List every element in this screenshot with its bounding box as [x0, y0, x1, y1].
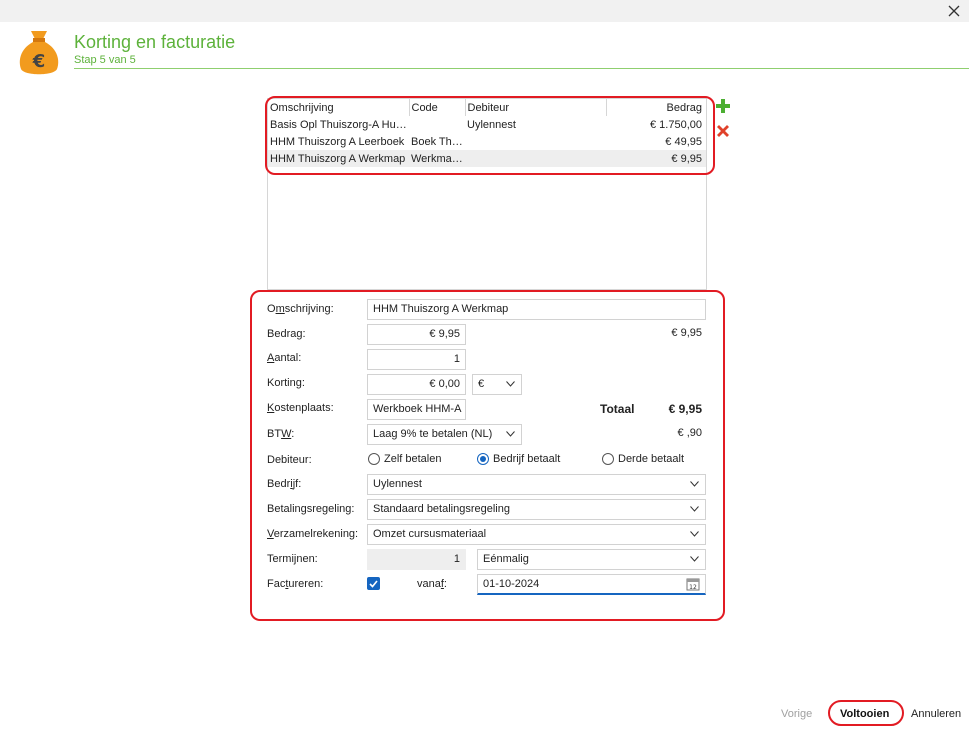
- aantal-field[interactable]: 1: [367, 349, 466, 370]
- chevron-down-icon: [506, 431, 515, 437]
- chevron-down-icon: [690, 531, 699, 537]
- btw-amount: € ,90: [677, 427, 702, 439]
- svg-text:12: 12: [689, 584, 697, 591]
- checkmark-icon: [369, 579, 378, 588]
- header-divider: [74, 68, 969, 69]
- korting-unit-select[interactable]: €: [472, 374, 522, 395]
- radio-zelf-betalen[interactable]: Zelf betalen: [368, 453, 441, 465]
- cell-debiteur: [465, 133, 606, 150]
- cell-bedrag: € 49,95: [665, 135, 702, 148]
- omschrijving-label: Omschrijving:: [267, 303, 334, 315]
- radio-derde-betaalt[interactable]: Derde betaalt: [602, 453, 684, 465]
- radio-circle-selected: [477, 453, 489, 465]
- betalingsregeling-select[interactable]: Standaard betalingsregeling: [367, 499, 706, 520]
- cell-omschrijving: HHM Thuiszorg A Werkmap: [268, 150, 409, 167]
- aantal-label: Aantal:: [267, 352, 302, 364]
- bedrag-field[interactable]: € 9,95: [367, 324, 466, 345]
- factureren-label: Factureren:: [267, 578, 324, 590]
- cell-debiteur: [465, 150, 606, 167]
- radio-label: Bedrijf betaalt: [493, 453, 561, 465]
- vanaf-date-value: 01-10-2024: [483, 578, 540, 590]
- btw-select[interactable]: Laag 9% te betalen (NL): [367, 424, 522, 445]
- radio-label: Zelf betalen: [384, 453, 442, 465]
- frequentie-select[interactable]: Eénmalig: [477, 549, 706, 570]
- korting-field[interactable]: € 0,00: [367, 374, 466, 395]
- table-row[interactable]: Basis Opl Thuiszorg-A Huiswerk Uylennest…: [268, 116, 706, 133]
- cell-code: Boek Thuiszorg: [411, 135, 465, 148]
- vorige-button[interactable]: Vorige: [781, 708, 812, 720]
- bedrijf-select[interactable]: Uylennest: [367, 474, 706, 495]
- debiteur-label: Debiteur:: [267, 454, 312, 466]
- column-header-bedrag[interactable]: Bedrag: [606, 99, 706, 116]
- cell-omschrijving: Basis Opl Thuiszorg-A Huiswerk: [270, 118, 409, 131]
- column-header-code[interactable]: Code: [409, 99, 466, 116]
- kostenplaats-label: Kostenplaats:: [267, 402, 334, 414]
- radio-label: Derde betaalt: [618, 453, 685, 465]
- bedrag-label: Bedrag:: [267, 328, 306, 340]
- cell-bedrag: € 1.750,00: [650, 118, 702, 131]
- svg-text:€: €: [32, 51, 46, 72]
- delete-x-icon[interactable]: [713, 121, 732, 140]
- totaal-value: € 9,95: [668, 402, 702, 416]
- korting-unit-value: €: [478, 378, 485, 390]
- cell-omschrijving: HHM Thuiszorg A Leerboek: [270, 135, 405, 148]
- termijnen-label: Termijnen:: [267, 553, 318, 565]
- column-header-debiteur[interactable]: Debiteur: [465, 99, 607, 116]
- bedrijf-select-value: Uylennest: [373, 478, 422, 490]
- termijnen-field: 1: [367, 549, 466, 570]
- cell-code: Werkmap HHM-A: [409, 150, 465, 167]
- table-row[interactable]: HHM Thuiszorg A Leerboek Boek Thuiszorg …: [268, 133, 706, 150]
- chevron-down-icon: [690, 481, 699, 487]
- radio-bedrijf-betaalt[interactable]: Bedrijf betaalt: [477, 453, 560, 465]
- betalingsregeling-label: Betalingsregeling:: [267, 503, 355, 515]
- omschrijving-field[interactable]: HHM Thuiszorg A Werkmap: [367, 299, 706, 320]
- money-bag-euro-icon: €: [18, 27, 60, 77]
- radio-circle: [368, 453, 380, 465]
- factureren-checkbox[interactable]: [367, 577, 380, 590]
- cell-debiteur: Uylennest: [467, 118, 516, 131]
- verzamelrekening-label: Verzamelrekening:: [267, 528, 359, 540]
- chevron-down-icon: [690, 556, 699, 562]
- radio-circle: [602, 453, 614, 465]
- column-header-omschrijving[interactable]: Omschrijving: [268, 99, 410, 116]
- vanaf-date-field[interactable]: 01-10-2024 12: [477, 574, 706, 595]
- bedrag-total-value: € 9,95: [671, 327, 702, 339]
- btw-select-value: Laag 9% te betalen (NL): [373, 428, 493, 440]
- bedrijf-label: Bedrijf:: [267, 478, 302, 490]
- vanaf-label: vanaf:: [417, 578, 447, 590]
- cell-bedrag: € 9,95: [606, 150, 706, 167]
- btw-label: BTW:: [267, 428, 295, 440]
- frequentie-select-value: Eénmalig: [483, 553, 529, 565]
- invoice-lines-grid[interactable]: Omschrijving Code Debiteur Bedrag Basis …: [267, 98, 707, 290]
- verzamelrekening-select-value: Omzet cursusmateriaal: [373, 528, 487, 540]
- chevron-down-icon: [690, 506, 699, 512]
- cell-code: [409, 116, 465, 133]
- korting-label: Korting:: [267, 377, 305, 389]
- annuleren-button[interactable]: Annuleren: [911, 708, 961, 720]
- table-row-selected[interactable]: HHM Thuiszorg A Werkmap Werkmap HHM-A € …: [268, 150, 706, 167]
- title-bar: [0, 0, 969, 22]
- page-title: Korting en facturatie: [74, 32, 236, 52]
- verzamelrekening-select[interactable]: Omzet cursusmateriaal: [367, 524, 706, 545]
- grid-header-row: Omschrijving Code Debiteur Bedrag: [268, 99, 706, 116]
- betalingsregeling-select-value: Standaard betalingsregeling: [373, 503, 510, 515]
- calendar-icon[interactable]: 12: [686, 577, 700, 593]
- close-icon[interactable]: [945, 2, 963, 20]
- plus-icon[interactable]: [713, 96, 732, 115]
- voltooien-button[interactable]: Voltooien: [840, 708, 889, 720]
- step-indicator: Stap 5 van 5: [74, 54, 136, 66]
- kostenplaats-field[interactable]: Werkboek HHM-A: [367, 399, 466, 420]
- chevron-down-icon: [506, 381, 515, 387]
- totaal-label: Totaal: [600, 402, 635, 416]
